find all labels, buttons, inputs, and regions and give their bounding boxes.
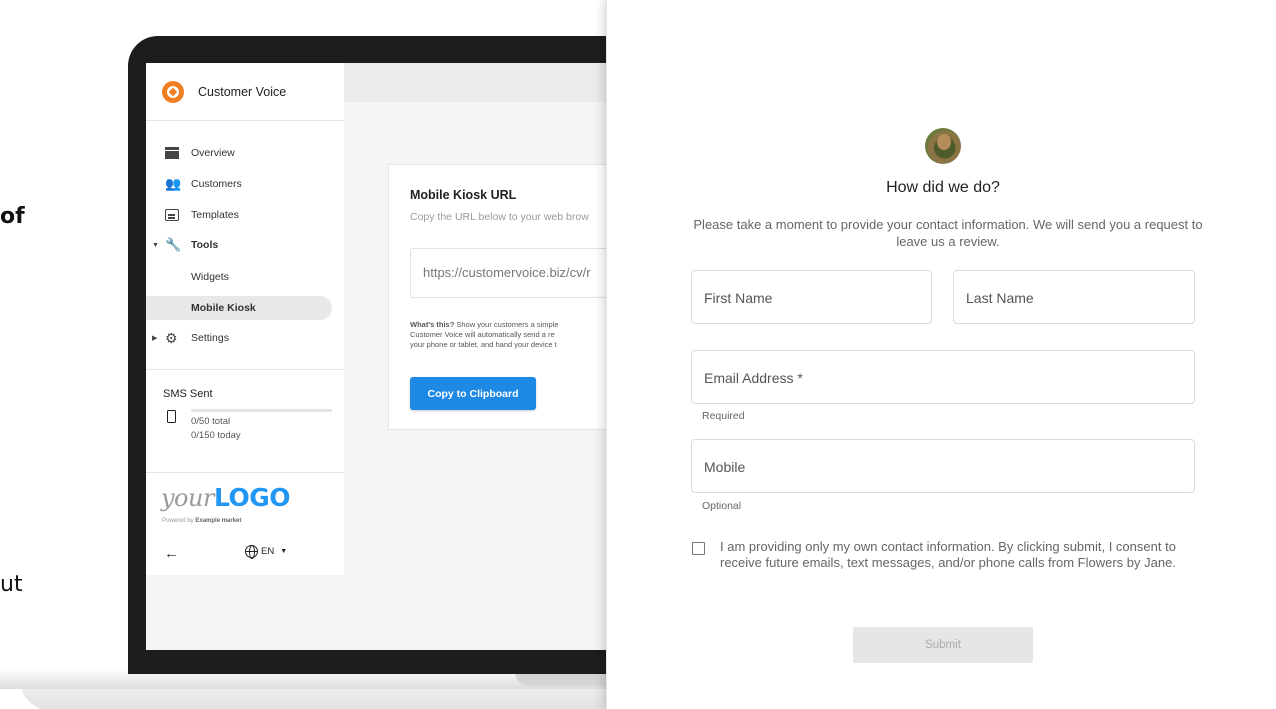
mobile-placeholder: Mobile	[704, 459, 746, 475]
mobile-helper-text: Optional	[702, 500, 742, 512]
language-selector[interactable]: EN ▼	[245, 545, 288, 559]
copy-to-clipboard-button[interactable]: Copy to Clipboard	[410, 377, 536, 410]
sidebar-item-label: Widgets	[191, 271, 229, 283]
globe-icon	[245, 545, 258, 559]
email-field[interactable]: Email Address *	[691, 350, 1195, 404]
last-name-field[interactable]: Last Name	[953, 270, 1195, 324]
templates-icon	[165, 209, 179, 221]
card-subtitle: Copy the URL below to your web brow	[410, 211, 589, 223]
app-sidebar: Customer Voice Overview 👥 Customers Temp…	[146, 63, 344, 575]
sidebar-item-label: Tools	[191, 239, 219, 251]
sidebar-item-settings[interactable]: ▶ ⚙ Settings	[146, 326, 332, 350]
consent-text: I am providing only my own contact infor…	[720, 539, 1176, 570]
sidebar-item-label: Templates	[191, 209, 239, 221]
overview-icon	[165, 147, 179, 159]
sidebar-item-label: Overview	[191, 147, 235, 159]
background-text-fragment: of	[0, 204, 25, 229]
submit-button[interactable]: Submit	[853, 627, 1033, 663]
sidebar-item-tools[interactable]: ▼ 🔧 Tools	[146, 233, 332, 257]
mobile-field[interactable]: Mobile	[691, 439, 1195, 493]
wrench-icon: 🔧	[165, 237, 182, 252]
sidebar-item-customers[interactable]: 👥 Customers	[146, 172, 332, 196]
laptop-screen: Customer Voice Overview 👥 Customers Temp…	[146, 63, 686, 650]
language-label: EN	[261, 546, 275, 557]
last-name-placeholder: Last Name	[966, 290, 1034, 306]
phone-icon	[167, 410, 176, 423]
first-name-field[interactable]: First Name	[691, 270, 932, 324]
form-title: How did we do?	[886, 179, 1000, 196]
brand-logo-icon	[162, 81, 184, 103]
caret-down-icon: ▼	[152, 241, 159, 249]
partner-logo: yourLOGO	[161, 483, 291, 512]
caret-right-icon: ▶	[152, 335, 158, 342]
customers-icon: 👥	[165, 176, 182, 191]
sms-today: 0/150 today	[191, 430, 241, 441]
sidebar-item-label: Customers	[191, 178, 242, 190]
sidebar-item-mobile-kiosk[interactable]: Mobile Kiosk	[146, 296, 332, 320]
chevron-down-icon: ▼	[280, 548, 288, 555]
sidebar-item-overview[interactable]: Overview	[146, 141, 332, 165]
sidebar-item-label: Mobile Kiosk	[191, 302, 256, 314]
kiosk-url-value: https://customervoice.biz/cv/r	[423, 265, 591, 280]
email-helper-text: Required	[702, 410, 745, 422]
consent-checkbox[interactable]	[692, 542, 705, 555]
sms-progress-bar	[191, 409, 332, 412]
brand-name: Customer Voice	[198, 85, 287, 99]
sms-total: 0/50 total	[191, 416, 231, 427]
sms-title: SMS Sent	[163, 388, 213, 400]
form-subtitle: Please take a moment to provide your con…	[693, 217, 1203, 249]
sidebar-item-label: Settings	[191, 332, 229, 344]
card-title: Mobile Kiosk URL	[410, 188, 517, 202]
first-name-placeholder: First Name	[704, 290, 773, 306]
sidebar-divider	[146, 472, 344, 473]
review-form-panel: How did we do? Please take a moment to p…	[606, 0, 1276, 709]
sidebar-divider	[146, 369, 344, 370]
powered-by: Powered by Example market	[162, 518, 242, 524]
sidebar-divider	[146, 120, 344, 121]
background-text-fragment: ut	[0, 572, 23, 597]
email-placeholder: Email Address *	[704, 370, 803, 386]
brand[interactable]: Customer Voice	[162, 79, 286, 105]
back-arrow-icon[interactable]: ←	[164, 545, 179, 562]
sidebar-item-templates[interactable]: Templates	[146, 203, 332, 227]
marketing-stage: of ut Customer Voice Overview 👥 Customer…	[0, 0, 1276, 709]
sidebar-item-widgets[interactable]: Widgets	[146, 265, 332, 289]
gear-icon: ⚙	[165, 330, 178, 346]
business-avatar	[925, 128, 961, 164]
